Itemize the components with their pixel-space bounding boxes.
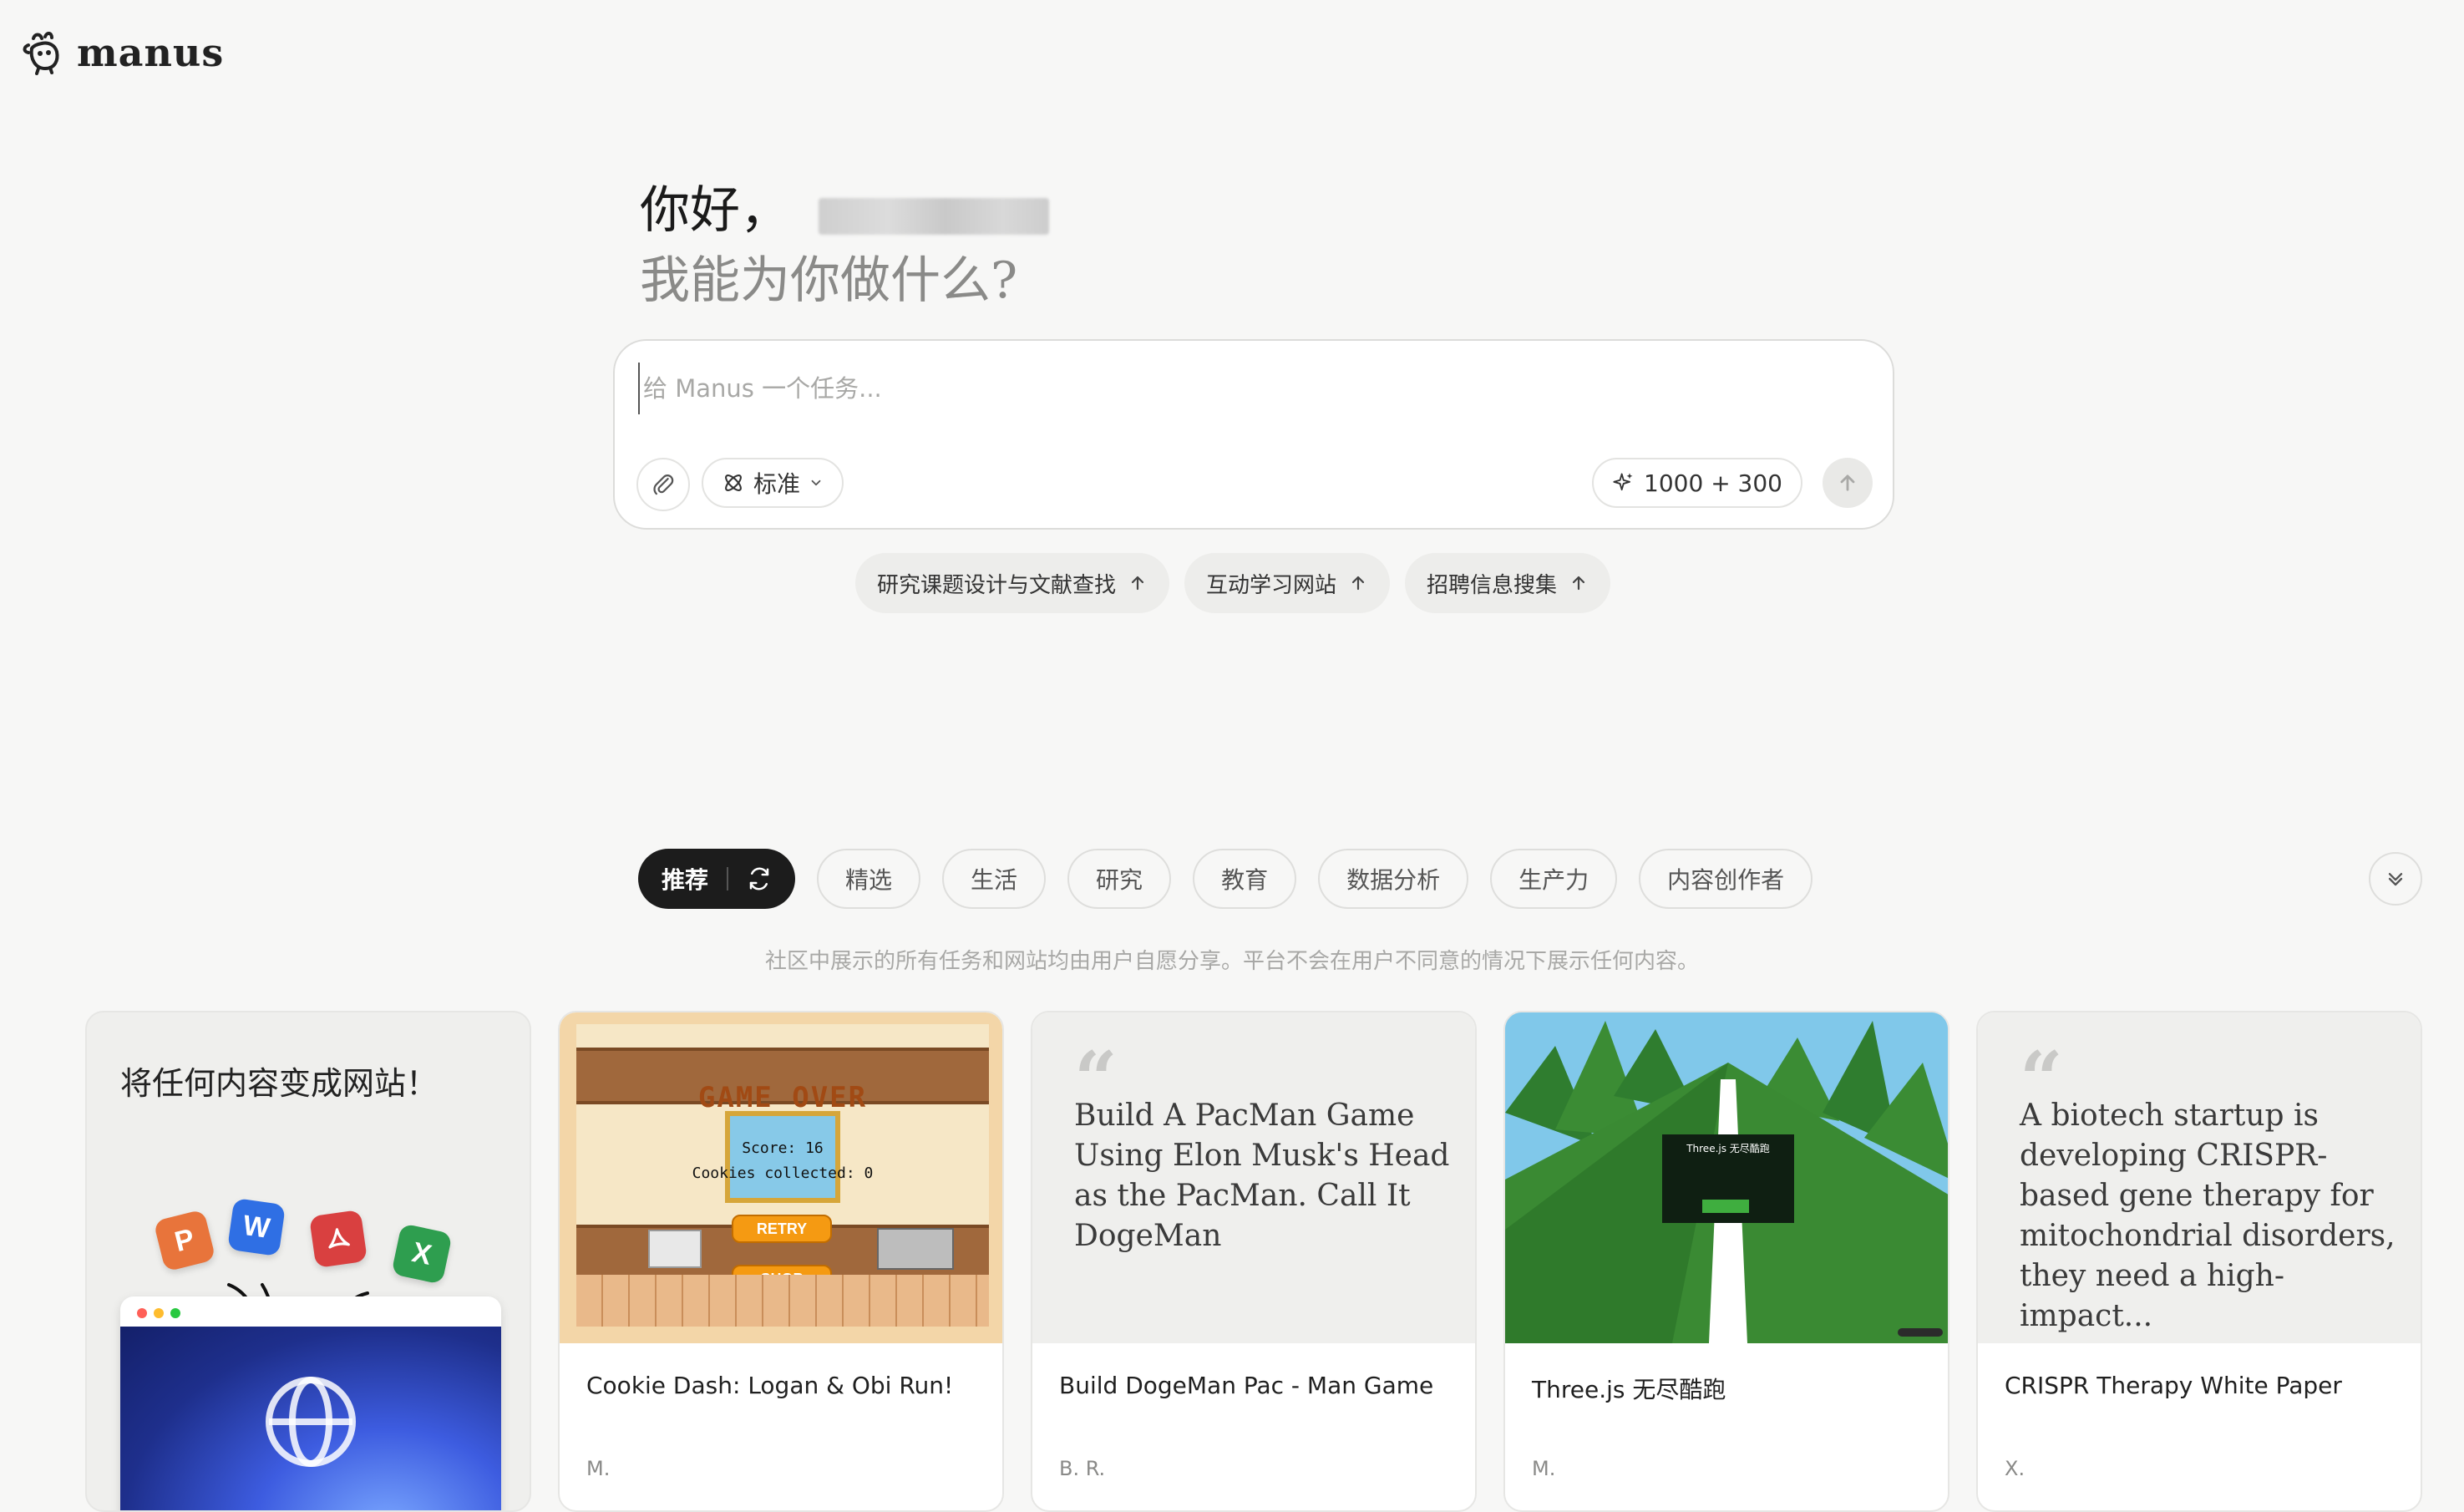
- game-retry-button: RETRY: [732, 1215, 832, 1243]
- tab-life[interactable]: 生活: [942, 849, 1047, 909]
- card-author: X.: [2005, 1457, 2025, 1480]
- arrow-up-icon: [1840, 474, 1855, 491]
- greeting-question: 我能为你做什么?: [640, 251, 1018, 310]
- game-sink: [648, 1230, 702, 1268]
- tab-productivity[interactable]: 生产力: [1490, 849, 1618, 909]
- arrow-up-icon: [1131, 576, 1144, 591]
- tab-label: 推荐: [662, 866, 709, 894]
- card-preview: GAME OVER Score: 16 Cookies collected: 0…: [560, 1012, 1002, 1343]
- collapse-button[interactable]: [2369, 852, 2422, 906]
- promo-card[interactable]: 将任何内容变成网站！ P W X: [85, 1011, 531, 1512]
- mode-selector[interactable]: 标准: [702, 458, 844, 508]
- card-preview: “ A biotech startup is developing CRISPR…: [1978, 1012, 2421, 1343]
- credits-button[interactable]: 1000 + 300: [1592, 458, 1802, 508]
- send-button[interactable]: [1823, 458, 1873, 508]
- card-quote: Build A PacMan Game Using Elon Musk's He…: [1074, 1098, 1450, 1253]
- globe-icon: [266, 1377, 356, 1467]
- brand-name: manus: [77, 30, 225, 75]
- brand-logo[interactable]: manus: [20, 30, 224, 75]
- game-stove: [877, 1228, 954, 1270]
- game-floor: [576, 1275, 989, 1327]
- task-composer: 标准 1000 + 300: [613, 339, 1894, 530]
- tab-education[interactable]: 教育: [1193, 849, 1297, 909]
- tab-content-creators[interactable]: 内容创作者: [1639, 849, 1813, 909]
- category-tabs: 推荐 精选 生活 研究 教育 数据分析 生产力 内容创作者: [638, 849, 1813, 909]
- suggestion-label: 招聘信息搜集: [1427, 572, 1558, 598]
- pdf-icon: [308, 1209, 368, 1269]
- runner-scene: [1505, 1012, 1948, 1343]
- card-author: B. R.: [1059, 1457, 1106, 1480]
- credits-label: 1000 + 300: [1644, 469, 1782, 497]
- task-input[interactable]: [638, 363, 1864, 414]
- game-window: [725, 1111, 840, 1203]
- attach-button[interactable]: [636, 458, 690, 511]
- card-author: M.: [1532, 1457, 1556, 1480]
- suggestion-chip[interactable]: 研究课题设计与文献查找: [855, 553, 1170, 613]
- community-card[interactable]: GAME OVER Score: 16 Cookies collected: 0…: [558, 1011, 1004, 1512]
- game-score: Score: 16: [742, 1139, 824, 1157]
- community-card[interactable]: “ A biotech startup is developing CRISPR…: [1976, 1011, 2422, 1512]
- redacted-username: [819, 198, 1049, 235]
- community-card[interactable]: Three.js 无尽酷跑 Three.js 无尽酷跑 M.: [1503, 1011, 1949, 1512]
- suggestion-label: 互动学习网站: [1206, 572, 1337, 598]
- suggestion-chip[interactable]: 招聘信息搜集: [1405, 553, 1611, 613]
- card-title: Build DogeMan Pac - Man Game: [1059, 1372, 1434, 1399]
- community-card[interactable]: “ Build A PacMan Game Using Elon Musk's …: [1031, 1011, 1477, 1512]
- manus-logo-icon: [23, 32, 59, 75]
- tab-research[interactable]: 研究: [1067, 849, 1172, 909]
- suggestion-label: 研究课题设计与文献查找: [877, 572, 1117, 598]
- card-author: M.: [586, 1457, 611, 1480]
- window-controls-icon: [137, 1308, 180, 1318]
- tab-data-analysis[interactable]: 数据分析: [1318, 849, 1469, 909]
- greeting: 你好， 我能为你做什么?: [640, 175, 1049, 316]
- arrow-up-icon: [1351, 576, 1365, 591]
- browser-window-illustration: [120, 1296, 501, 1510]
- mode-label: 标准: [753, 470, 801, 498]
- card-title: Three.js 无尽酷跑: [1532, 1376, 1726, 1403]
- community-notice: 社区中展示的所有任务和网站均由用户自愿分享。平台不会在用户不同意的情况下展示任何…: [764, 949, 1699, 974]
- game-over-text: GAME OVER: [697, 1081, 868, 1114]
- promo-title: 将任何内容变成网站！: [120, 1065, 439, 1102]
- chevron-down-icon: [811, 479, 821, 486]
- refresh-icon[interactable]: [747, 866, 772, 891]
- tab-recommended[interactable]: 推荐: [638, 849, 796, 909]
- arrow-up-icon: [1572, 576, 1585, 591]
- word-icon: W: [226, 1197, 286, 1257]
- game-screenshot: GAME OVER Score: 16 Cookies collected: 0…: [576, 1024, 989, 1327]
- game-cookies: Cookies collected: 0: [692, 1164, 874, 1182]
- card-quote: A biotech startup is developing CRISPR-b…: [2020, 1098, 2396, 1333]
- card-preview: “ Build A PacMan Game Using Elon Musk's …: [1032, 1012, 1475, 1343]
- card-title: Cookie Dash: Logan & Obi Run!: [586, 1372, 954, 1399]
- browser-body: [120, 1327, 501, 1510]
- atom-icon: [725, 474, 742, 491]
- tab-featured[interactable]: 精选: [817, 849, 921, 909]
- card-title: CRISPR Therapy White Paper: [2005, 1372, 2342, 1399]
- double-chevron-down-icon: [2388, 873, 2403, 886]
- powerpoint-icon: P: [153, 1209, 216, 1272]
- suggestion-chips: 研究课题设计与文献查找 互动学习网站 招聘信息搜集: [855, 553, 1611, 613]
- game-panel-title: Three.js 无尽酷跑: [1686, 1143, 1770, 1154]
- sparkle-icon: [1613, 473, 1633, 491]
- paperclip-icon: [653, 474, 674, 495]
- card-preview: Three.js 无尽酷跑: [1505, 1012, 1948, 1343]
- excel-icon: X: [391, 1223, 453, 1285]
- suggestion-chip[interactable]: 互动学习网站: [1184, 553, 1391, 613]
- greeting-hello: 你好，: [640, 181, 790, 240]
- tab-divider: [727, 867, 729, 890]
